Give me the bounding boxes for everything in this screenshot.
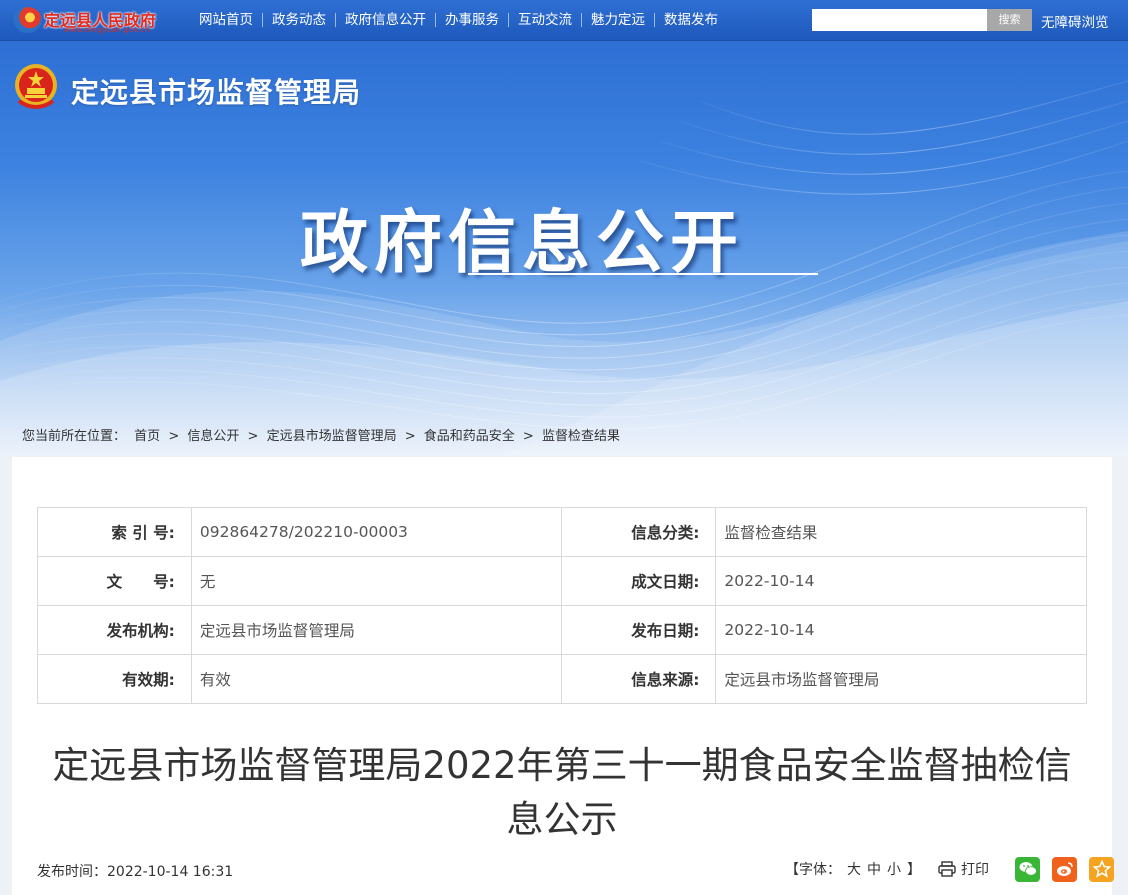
breadcrumb-separator: > [247,429,259,444]
breadcrumb-item-inspection[interactable]: 监督检查结果 [542,429,620,444]
top-navigation-bar: 定远县人民政府 www.dingyuan.gov.cn 网站首页 政务动态 政府… [0,0,1128,41]
main-nav: 网站首页 政务动态 政府信息公开 办事服务 互动交流 魅力定远 数据发布 [190,0,727,40]
breadcrumb-item-department[interactable]: 定远县市场监督管理局 [267,429,397,444]
department-name: 定远县市场监督管理局 [71,76,362,109]
font-small-button[interactable]: 小 [887,862,901,878]
meta-key-category: 信息分类: [560,507,717,557]
meta-key-publish-date: 发布日期: [560,605,717,655]
article-title: 定远县市场监督管理局2022年第三十一期食品安全监督抽检信息公示 [52,744,1072,841]
nav-data[interactable]: 数据发布 [654,13,727,27]
breadcrumb-item-home[interactable]: 首页 [134,429,160,444]
search-button[interactable]: 搜索 [987,9,1032,31]
font-medium-button[interactable]: 中 [867,862,881,878]
meta-key-doc-number: 文 号: [37,556,192,606]
table-row: 索 引 号: 092864278/202210-00003 信息分类: 监督检查… [37,507,1087,557]
print-icon [938,861,956,877]
info-meta-table: 索 引 号: 092864278/202210-00003 信息分类: 监督检查… [37,507,1087,704]
share-weibo-button[interactable] [1052,856,1077,882]
logo-emblem-icon [12,7,42,33]
meta-value-category: 监督检查结果 [715,507,1087,557]
table-row: 有效期: 有效 信息来源: 定远县市场监督管理局 [37,654,1087,704]
publish-time: 发布时间：2022-10-14 16:31 [37,864,234,880]
font-label-open: 【字体： [785,862,841,878]
banner-title-underline [468,273,818,275]
table-row: 文 号: 无 成文日期: 2022-10-14 [37,556,1087,606]
print-button[interactable]: 打印 [938,859,989,879]
nav-gov-info[interactable]: 政府信息公开 [335,13,435,27]
meta-key-written-date: 成文日期: [560,556,717,606]
nav-charm[interactable]: 魅力定远 [581,13,654,27]
meta-key-index: 索 引 号: [37,507,192,557]
share-wechat-button[interactable] [1015,856,1040,882]
meta-value-doc-number: 无 [190,556,562,606]
national-emblem-icon [15,64,57,109]
site-logo[interactable]: 定远县人民政府 www.dingyuan.gov.cn [12,5,172,37]
meta-value-source: 定远县市场监督管理局 [715,654,1087,704]
site-logo-url: www.dingyuan.gov.cn [64,26,150,34]
font-large-button[interactable]: 大 [847,862,861,878]
breadcrumb-item-info[interactable]: 信息公开 [187,429,239,444]
font-label-close: 】 [907,862,921,878]
breadcrumb-separator: > [522,429,534,444]
breadcrumb-prefix: 您当前所在位置： [22,429,127,444]
print-label: 打印 [961,862,989,878]
article-container: 索 引 号: 092864278/202210-00003 信息分类: 监督检查… [12,457,1114,895]
meta-value-publish-date: 2022-10-14 [715,605,1087,655]
meta-value-publisher: 定远县市场监督管理局 [190,605,562,655]
star-icon [1092,860,1111,878]
wechat-icon [1019,862,1037,876]
nav-interaction[interactable]: 互动交流 [508,13,581,27]
nav-home[interactable]: 网站首页 [190,13,262,27]
search-input[interactable] [812,9,987,31]
banner: 定远县市场监督管理局 政府信息公开 您当前所在位置： 首页 > 信息公开 > 定… [0,41,1128,456]
accessibility-link[interactable]: 无障碍浏览 [1041,11,1109,31]
article-toolbar: 【字体： 大中小】 打印 [782,855,1114,883]
meta-value-validity: 有效 [190,654,562,704]
weibo-icon [1056,862,1073,876]
breadcrumb-separator: > [168,429,180,444]
table-row: 发布机构: 定远县市场监督管理局 发布日期: 2022-10-14 [37,605,1087,655]
font-size-control: 【字体： 大中小】 [782,859,924,879]
meta-value-written-date: 2022-10-14 [715,556,1087,606]
banner-title: 政府信息公开 [300,204,745,283]
breadcrumb-separator: > [404,429,416,444]
nav-services[interactable]: 办事服务 [435,13,508,27]
favorite-button[interactable] [1089,856,1114,882]
breadcrumb-item-food-drug[interactable]: 食品和药品安全 [424,429,515,444]
meta-key-publisher: 发布机构: [37,605,192,655]
meta-key-validity: 有效期: [37,654,192,704]
breadcrumb: 您当前所在位置： 首页 > 信息公开 > 定远县市场监督管理局 > 食品和药品安… [22,425,624,444]
nav-news[interactable]: 政务动态 [262,13,335,27]
meta-key-source: 信息来源: [560,654,717,704]
meta-value-index: 092864278/202210-00003 [190,507,562,557]
